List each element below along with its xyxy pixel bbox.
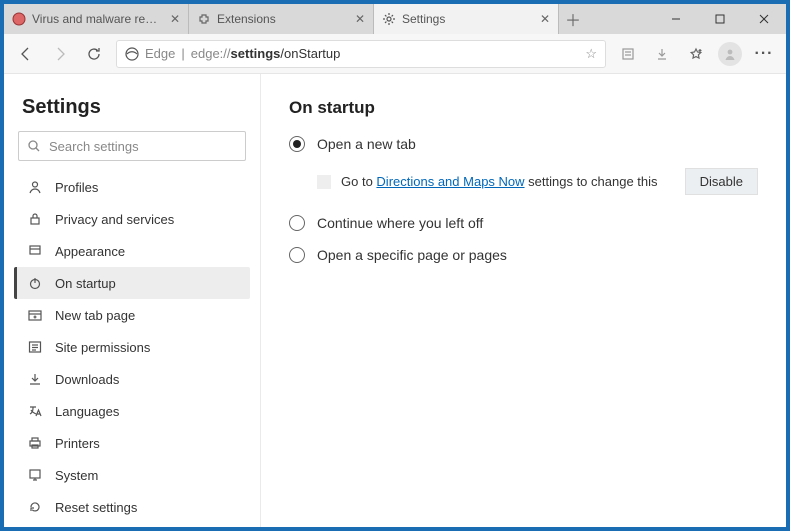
tab-label: Extensions xyxy=(217,12,345,26)
forward-button[interactable] xyxy=(48,42,72,66)
close-icon[interactable]: ✕ xyxy=(355,12,365,26)
profile-icon xyxy=(27,179,43,195)
sidebar-item-reset[interactable]: Reset settings xyxy=(14,491,250,523)
close-window-button[interactable] xyxy=(742,4,786,34)
close-icon[interactable]: ✕ xyxy=(540,12,550,26)
close-icon[interactable]: ✕ xyxy=(170,12,180,26)
extension-notice: Go to Directions and Maps Now settings t… xyxy=(341,174,658,189)
radio-icon xyxy=(289,215,305,231)
sidebar-item-on-startup[interactable]: On startup xyxy=(14,267,250,299)
settings-heading: Settings xyxy=(14,92,250,131)
radio-open-new-tab[interactable]: Open a new tab xyxy=(289,136,758,152)
sidebar-item-languages[interactable]: Languages xyxy=(14,395,250,427)
sidebar-item-label: Downloads xyxy=(55,372,119,387)
maximize-button[interactable] xyxy=(698,4,742,34)
sidebar-item-label: Site permissions xyxy=(55,340,150,355)
tab-settings[interactable]: Settings ✕ xyxy=(374,4,559,34)
sidebar-item-system[interactable]: System xyxy=(14,459,250,491)
profile-avatar[interactable] xyxy=(718,42,742,66)
sidebar-item-label: Reset settings xyxy=(55,500,137,515)
tab-label: Settings xyxy=(402,12,530,26)
edge-icon xyxy=(125,47,139,61)
search-input-field[interactable] xyxy=(49,139,237,154)
sidebar-item-appearance[interactable]: Appearance xyxy=(14,235,250,267)
sidebar-item-label: Profiles xyxy=(55,180,98,195)
downloads-icon[interactable] xyxy=(650,42,674,66)
system-icon xyxy=(27,467,43,483)
tab-virus[interactable]: Virus and malware removal instr ✕ xyxy=(4,4,189,34)
favorite-icon[interactable]: ☆ xyxy=(585,46,597,62)
appearance-icon xyxy=(27,243,43,259)
search-settings-input[interactable] xyxy=(18,131,246,161)
tab-label: Virus and malware removal instr xyxy=(32,12,160,26)
radio-icon xyxy=(289,136,305,152)
address-host: Edge xyxy=(145,46,175,61)
radio-label: Continue where you left off xyxy=(317,215,483,231)
tab-favicon-generic xyxy=(12,12,26,26)
radio-icon xyxy=(289,247,305,263)
sidebar-item-profiles[interactable]: Profiles xyxy=(14,171,250,203)
page-title: On startup xyxy=(289,98,758,118)
sidebar-item-site-permissions[interactable]: Site permissions xyxy=(14,331,250,363)
radio-label: Open a specific page or pages xyxy=(317,247,507,263)
printer-icon xyxy=(27,435,43,451)
sidebar-item-label: Printers xyxy=(55,436,100,451)
sidebar-item-downloads[interactable]: Downloads xyxy=(14,363,250,395)
sidebar-item-label: New tab page xyxy=(55,308,135,323)
new-tab-icon xyxy=(27,307,43,323)
gear-icon xyxy=(382,12,396,26)
power-icon xyxy=(27,275,43,291)
sidebar-item-label: Appearance xyxy=(55,244,125,259)
sidebar-item-printers[interactable]: Printers xyxy=(14,427,250,459)
sidebar-item-label: Privacy and services xyxy=(55,212,174,227)
lock-icon xyxy=(27,211,43,227)
radio-continue[interactable]: Continue where you left off xyxy=(289,215,758,231)
sidebar-item-label: Languages xyxy=(55,404,119,419)
refresh-button[interactable] xyxy=(82,42,106,66)
radio-label: Open a new tab xyxy=(317,136,416,152)
permissions-icon xyxy=(27,339,43,355)
search-icon xyxy=(27,139,41,153)
sidebar-item-label: On startup xyxy=(55,276,116,291)
more-menu-button[interactable]: ··· xyxy=(752,42,776,66)
language-icon xyxy=(27,403,43,419)
address-bar[interactable]: Edge | edge://settings/onStartup ☆ xyxy=(116,40,606,68)
sidebar-item-new-tab[interactable]: New tab page xyxy=(14,299,250,331)
back-button[interactable] xyxy=(14,42,38,66)
favorites-icon[interactable] xyxy=(684,42,708,66)
sidebar-item-privacy[interactable]: Privacy and services xyxy=(14,203,250,235)
extension-link[interactable]: Directions and Maps Now xyxy=(376,174,524,189)
tab-extensions[interactable]: Extensions ✕ xyxy=(189,4,374,34)
reading-list-icon[interactable] xyxy=(616,42,640,66)
sidebar-item-about[interactable]: About Microsoft Edge xyxy=(14,523,250,527)
extension-favicon xyxy=(317,175,331,189)
sidebar-item-label: System xyxy=(55,468,98,483)
extensions-icon xyxy=(197,12,211,26)
minimize-button[interactable] xyxy=(654,4,698,34)
radio-specific-page[interactable]: Open a specific page or pages xyxy=(289,247,758,263)
download-icon xyxy=(27,371,43,387)
new-tab-button[interactable]: ＋ xyxy=(559,4,587,34)
disable-button[interactable]: Disable xyxy=(685,168,758,195)
reset-icon xyxy=(27,499,43,515)
